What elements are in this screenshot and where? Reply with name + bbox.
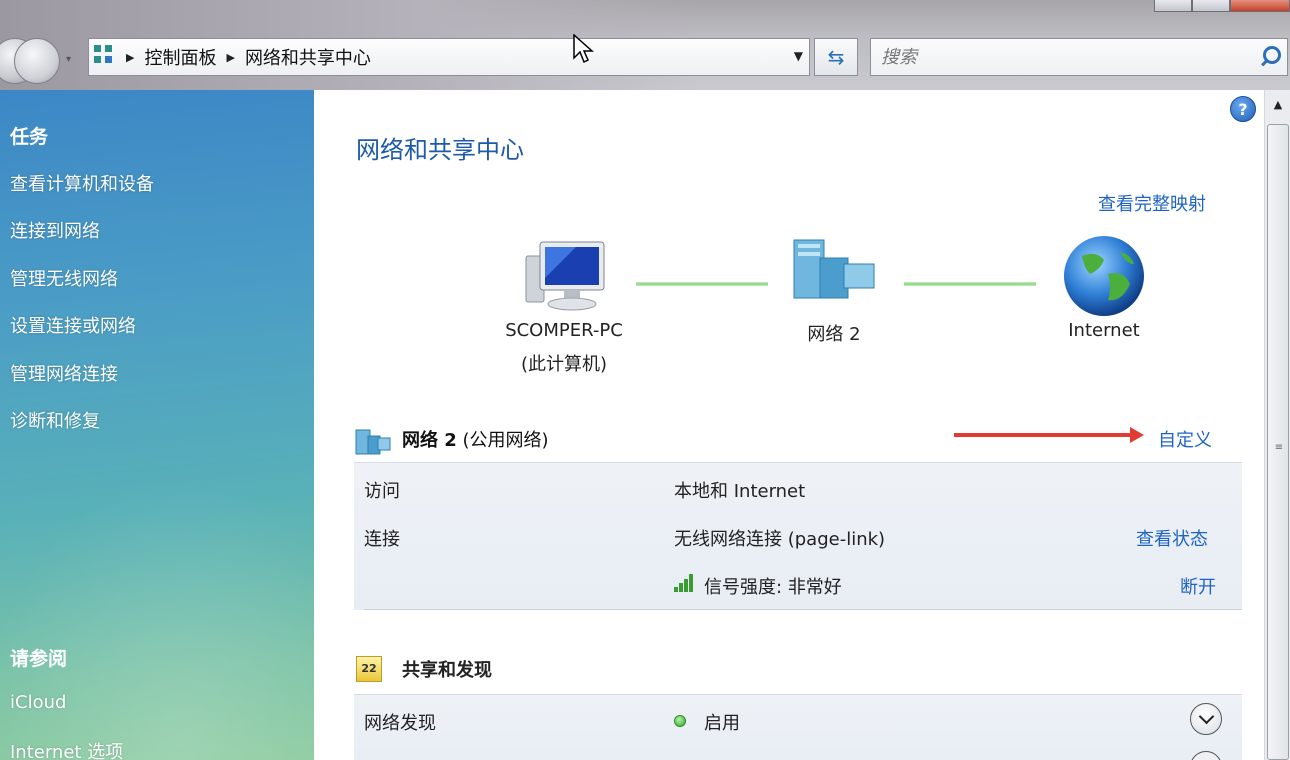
- signal-label: 信号强度:: [704, 577, 783, 598]
- computer-icon: [525, 241, 605, 311]
- minimize-button[interactable]: [1154, 0, 1192, 12]
- search-icon[interactable]: [1253, 40, 1287, 74]
- sharing-icon: 22: [356, 656, 382, 682]
- disconnect-link[interactable]: 断开: [1180, 573, 1216, 599]
- annotation-red-arrow: [954, 427, 1144, 443]
- sidebar-link-setup-connection[interactable]: 设置连接或网络: [10, 312, 136, 338]
- control-panel-icon: [94, 45, 116, 69]
- network-icon: [793, 239, 875, 299]
- sidebar-link-view-computers[interactable]: 查看计算机和设备: [10, 170, 154, 196]
- computer-name-label: SCOMPER-PC: [505, 320, 623, 341]
- see-also-heading: 请参阅: [10, 648, 68, 670]
- view-full-map-link[interactable]: 查看完整映射: [1098, 190, 1206, 216]
- network-discovery-label: 网络发现: [364, 713, 436, 734]
- globe-icon: [1064, 236, 1144, 316]
- sidebar-link-connect-network[interactable]: 连接到网络: [10, 217, 100, 243]
- access-value: 本地和 Internet: [674, 481, 806, 502]
- search-input[interactable]: [871, 40, 1253, 74]
- sharing-panel: 网络发现 启用: [354, 694, 1242, 760]
- sharing-section-title: 共享和发现: [402, 660, 492, 681]
- network-type-text: (公用网络): [462, 430, 549, 451]
- connection-line-computer-network: [636, 282, 768, 286]
- network-name-text: 网络 2: [402, 430, 457, 451]
- expand-network-discovery-button[interactable]: [1190, 703, 1222, 735]
- view-status-link[interactable]: 查看状态: [1136, 525, 1208, 551]
- internet-node-label: Internet: [1068, 320, 1140, 341]
- signal-strength-icon: [674, 574, 698, 592]
- scroll-grip-icon: ≡: [1274, 442, 1284, 453]
- sidebar-link-icloud[interactable]: iCloud: [10, 692, 66, 713]
- network-node-label: 网络 2: [807, 324, 861, 345]
- connection-label: 连接: [364, 529, 400, 550]
- panel-divider: [364, 609, 1242, 610]
- access-label: 访问: [364, 481, 400, 502]
- help-icon[interactable]: ?: [1230, 96, 1256, 122]
- connection-line-network-internet: [904, 282, 1036, 286]
- maximize-button[interactable]: [1192, 0, 1230, 12]
- breadcrumb-arrow-icon[interactable]: ▶: [126, 51, 134, 64]
- forward-button[interactable]: [14, 38, 60, 84]
- vertical-scrollbar[interactable]: ▲ ≡: [1264, 90, 1290, 760]
- sidebar-link-manage-connections[interactable]: 管理网络连接: [10, 360, 118, 386]
- network-details-panel: 访问 本地和 Internet 连接 无线网络连接 (page-link) 查看…: [354, 462, 1242, 610]
- breadcrumb-control-panel[interactable]: 控制面板: [144, 44, 216, 70]
- sidebar-link-manage-wireless[interactable]: 管理无线网络: [10, 265, 118, 291]
- search-box: [870, 38, 1288, 76]
- sidebar-link-internet-options[interactable]: Internet 选项: [10, 738, 123, 760]
- address-dropdown-icon[interactable]: ▼: [794, 49, 803, 63]
- signal-value: 非常好: [787, 577, 842, 598]
- breadcrumb-network-center[interactable]: 网络和共享中心: [245, 44, 371, 70]
- window-titlebar: ▾ ▶ 控制面板 ▶ 网络和共享中心 ▼ ⇆: [0, 0, 1290, 90]
- network-name: 网络 2 (公用网络): [402, 426, 549, 452]
- status-on-icon: [674, 715, 686, 727]
- main-content: ? 网络和共享中心 查看完整映射 SCOMPER-PC (此计算机) 网络 2 …: [314, 90, 1264, 760]
- signal-strength-text: 信号强度: 非常好: [704, 573, 842, 599]
- address-bar[interactable]: ▶ 控制面板 ▶ 网络和共享中心 ▼: [88, 38, 810, 76]
- connection-value: 无线网络连接 (page-link): [674, 529, 886, 550]
- page-title: 网络和共享中心: [356, 136, 524, 164]
- network-small-icon: [355, 429, 391, 455]
- expand-next-button[interactable]: [1190, 751, 1222, 760]
- scroll-up-arrow-icon[interactable]: ▲: [1265, 90, 1290, 120]
- scroll-thumb[interactable]: ≡: [1267, 124, 1289, 760]
- network-discovery-value: 启用: [704, 713, 740, 734]
- sidebar-link-diagnose-repair[interactable]: 诊断和修复: [10, 407, 100, 433]
- refresh-button[interactable]: ⇆: [814, 38, 858, 76]
- tasks-heading: 任务: [10, 126, 49, 148]
- breadcrumb-arrow-icon[interactable]: ▶: [226, 51, 234, 64]
- recent-pages-dropdown-icon[interactable]: ▾: [66, 54, 71, 65]
- window-controls: [1154, 0, 1290, 12]
- customize-link[interactable]: 自定义: [1158, 426, 1212, 452]
- this-computer-label: (此计算机): [520, 354, 608, 375]
- task-sidebar: 任务 查看计算机和设备 连接到网络 管理无线网络 设置连接或网络 管理网络连接 …: [0, 90, 314, 760]
- close-button[interactable]: [1230, 0, 1290, 12]
